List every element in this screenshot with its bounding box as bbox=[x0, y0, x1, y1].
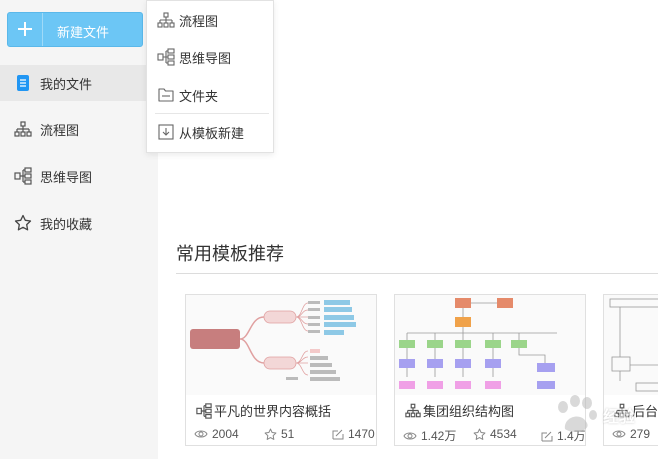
dropdown-item-flowchart[interactable]: 流程图 bbox=[147, 5, 273, 35]
flowchart-icon bbox=[157, 11, 175, 29]
document-icon bbox=[14, 74, 32, 92]
new-file-label: 新建文件 bbox=[57, 25, 110, 40]
new-file-button[interactable]: 新建文件 bbox=[7, 12, 143, 47]
plus-icon bbox=[8, 13, 43, 46]
card-title: 后台 bbox=[614, 401, 658, 420]
template-card[interactable]: 后台 279 bbox=[603, 294, 658, 446]
template-card[interactable]: 集团组织结构图 1.42万 4534 1.4万 bbox=[394, 294, 586, 446]
dropdown-item-from-template[interactable]: 从模板新建 bbox=[147, 117, 273, 147]
mindmap-icon bbox=[157, 48, 175, 66]
section-title: 常用模板推荐 bbox=[176, 244, 284, 264]
dropdown-item-label: 流程图 bbox=[179, 13, 219, 29]
edit-icon bbox=[541, 431, 553, 441]
edit-icon bbox=[332, 429, 344, 440]
mindmap-icon bbox=[196, 402, 212, 419]
sidebar: 新建文件 我的文件 流程图 思维导图 我的收藏 bbox=[0, 0, 158, 459]
card-title-text: 平凡的世界内容概括 bbox=[214, 404, 332, 419]
card-stats: 279 bbox=[612, 427, 658, 443]
sidebar-item-label: 流程图 bbox=[40, 122, 80, 138]
template-card[interactable]: 平凡的世界内容概括 2004 51 1470 bbox=[185, 294, 377, 446]
card-title: 集团组织结构图 bbox=[405, 401, 514, 420]
card-stats: 1.42万 4534 1.4万 bbox=[403, 427, 585, 444]
flowchart-icon bbox=[14, 120, 32, 138]
card-title-text: 集团组织结构图 bbox=[423, 404, 515, 419]
folder-icon bbox=[157, 86, 175, 104]
sidebar-item-label: 思维导图 bbox=[40, 169, 93, 185]
dropdown-divider bbox=[155, 113, 269, 114]
star-icon bbox=[14, 214, 32, 232]
flowchart-icon bbox=[614, 403, 630, 419]
view-count: 1.42万 bbox=[403, 427, 456, 444]
section-divider bbox=[176, 273, 658, 274]
edit-count: 1.4万 bbox=[541, 427, 585, 444]
dropdown-item-label: 从模板新建 bbox=[179, 125, 245, 141]
template-thumbnail bbox=[186, 295, 376, 395]
eye-icon bbox=[194, 430, 208, 438]
card-title-text: 后台 bbox=[632, 404, 658, 419]
sidebar-item-favorites[interactable]: 我的收藏 bbox=[0, 205, 158, 241]
star-count: 4534 bbox=[473, 427, 517, 441]
sidebar-item-mindmap[interactable]: 思维导图 bbox=[0, 158, 158, 194]
sidebar-item-label: 我的文件 bbox=[40, 76, 93, 92]
eye-icon bbox=[612, 430, 626, 438]
dropdown-item-label: 思维导图 bbox=[179, 50, 232, 66]
new-file-dropdown: 流程图 思维导图 文件夹 从模板新建 bbox=[146, 0, 274, 153]
flowchart-icon bbox=[405, 403, 421, 419]
dropdown-item-folder[interactable]: 文件夹 bbox=[147, 80, 273, 110]
star-icon bbox=[264, 428, 277, 440]
card-stats: 2004 51 1470 bbox=[194, 427, 376, 443]
star-count: 51 bbox=[264, 427, 294, 441]
sidebar-item-flowchart[interactable]: 流程图 bbox=[0, 111, 158, 147]
view-count: 279 bbox=[612, 427, 650, 441]
sidebar-item-my-files[interactable]: 我的文件 bbox=[0, 65, 158, 101]
dropdown-item-mindmap[interactable]: 思维导图 bbox=[147, 42, 273, 72]
star-icon bbox=[473, 428, 486, 440]
view-count: 2004 bbox=[194, 427, 239, 441]
eye-icon bbox=[403, 432, 417, 439]
card-title: 平凡的世界内容概括 bbox=[196, 401, 331, 420]
template-thumbnail bbox=[395, 295, 585, 395]
edit-count: 1470 bbox=[332, 427, 375, 441]
dropdown-item-label: 文件夹 bbox=[179, 88, 219, 104]
template-thumbnail bbox=[604, 295, 658, 395]
mindmap-icon bbox=[14, 167, 32, 185]
template-icon bbox=[157, 123, 175, 141]
sidebar-item-label: 我的收藏 bbox=[40, 216, 93, 232]
